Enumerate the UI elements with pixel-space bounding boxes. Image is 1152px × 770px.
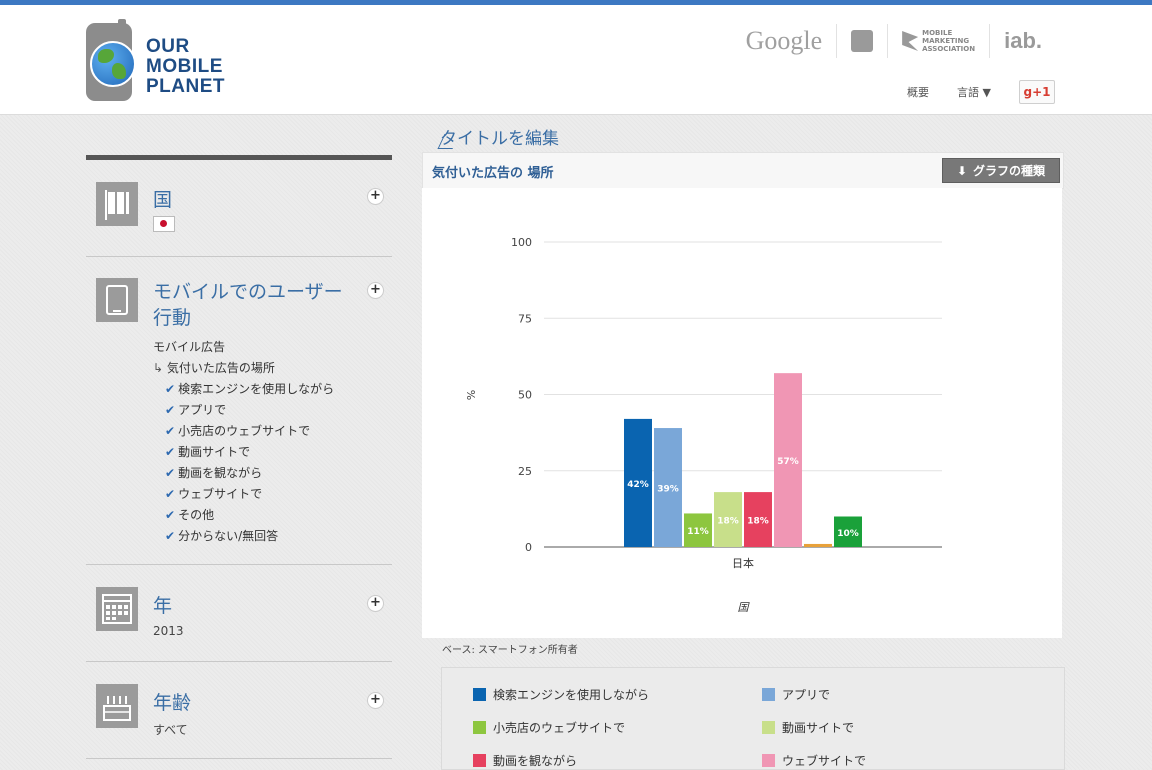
bar-chart: 0 25 50 75 100% 42% 39% 11% 18% 18% 57% 10% 日本国	[464, 236, 942, 614]
ipsos-logo	[836, 24, 887, 58]
checkmark-icon: ✔	[165, 487, 176, 501]
filter-behavior-title: モバイルでのユーザー 行動	[153, 281, 343, 329]
tree-option[interactable]: ✔ 小売店のウェブサイトで	[153, 421, 334, 442]
legend-item[interactable]: 検索エンジンを使用しながら	[473, 686, 649, 703]
filter-age-value[interactable]: すべて	[153, 721, 188, 738]
add-year-button[interactable]: +	[367, 595, 384, 612]
tree-option[interactable]: ✔ 分からない/無回答	[153, 526, 334, 547]
filter-age-title: 年齢	[153, 692, 192, 714]
bar-data-label: 18%	[717, 517, 739, 527]
checkmark-icon: ✔	[165, 382, 176, 396]
filter-country-title: 国	[153, 189, 173, 211]
y-tick-label: 75	[518, 312, 532, 325]
bar-data-label: 42%	[627, 480, 649, 490]
header-nav: 概要 言語 ▼ g+1	[879, 80, 1055, 104]
filter-year: 年 2013 +	[86, 565, 392, 662]
add-country-button[interactable]: +	[367, 188, 384, 205]
legend-swatch	[473, 721, 486, 734]
y-tick-label: 0	[525, 541, 532, 554]
legend-swatch	[762, 721, 775, 734]
x-axis-label: 国	[738, 601, 751, 614]
filter-age: 年齢 すべて +	[86, 662, 392, 759]
legend-item[interactable]: 動画を観ながら	[473, 752, 577, 769]
tree-subcategory[interactable]: ↳ 気付いた広告の場所	[153, 358, 334, 379]
tree-option[interactable]: ✔ 動画を観ながら	[153, 463, 334, 484]
legend-item[interactable]: 動画サイトで	[762, 719, 854, 736]
nav-overview-link[interactable]: 概要	[907, 84, 929, 100]
legend-label: 動画を観ながら	[493, 754, 578, 768]
bar-data-label: 57%	[777, 457, 799, 467]
tree-option[interactable]: ✔ 検索エンジンを使用しながら	[153, 379, 334, 400]
tree-option[interactable]: ✔ 動画サイトで	[153, 442, 334, 463]
bar-data-label: 10%	[837, 529, 859, 539]
y-tick-label: 100	[511, 236, 532, 249]
behavior-tree: モバイル広告 ↳ 気付いた広告の場所 ✔ 検索エンジンを使用しながら ✔ アプリで …	[153, 337, 334, 547]
tree-option[interactable]: ✔ その他	[153, 505, 334, 526]
gplus-button[interactable]: g+1	[1019, 80, 1055, 104]
bar	[804, 543, 832, 547]
legend-label: アプリで	[782, 688, 831, 702]
legend-label: 小売店のウェブサイトで	[493, 721, 626, 735]
checkmark-icon: ✔	[165, 445, 176, 459]
checkmark-icon: ✔	[165, 466, 176, 480]
legend-swatch	[473, 754, 486, 767]
checkmark-icon: ✔	[165, 529, 176, 543]
japan-flag-icon[interactable]	[153, 216, 175, 232]
legend-swatch	[762, 688, 775, 701]
filter-year-title: 年	[153, 595, 173, 617]
legend-swatch	[473, 688, 486, 701]
chart-title[interactable]: 気付いた広告の 場所	[432, 162, 554, 181]
legend-label: 動画サイトで	[782, 721, 855, 735]
calendar-icon	[96, 587, 138, 631]
tree-option[interactable]: ✔ ウェブサイトで	[153, 484, 334, 505]
add-age-button[interactable]: +	[367, 692, 384, 709]
site-logo[interactable]: OUR MOBILE PLANET	[86, 19, 246, 107]
flag-icon	[96, 182, 138, 226]
globe-icon	[90, 41, 136, 87]
legend-item[interactable]: ウェブサイトで	[762, 752, 866, 769]
y-tick-label: 50	[518, 389, 532, 402]
y-axis-label: %	[464, 390, 477, 400]
bar-data-label: 18%	[747, 517, 769, 527]
legend-swatch	[762, 754, 775, 767]
tablet-icon	[96, 278, 138, 322]
chart-panel: 0 25 50 75 100% 42% 39% 11% 18% 18% 57% 10% 日本国 ベース:…	[422, 188, 1062, 656]
base-note: ベース: スマートフォン所有者	[442, 645, 578, 656]
filter-year-value[interactable]: 2013	[153, 624, 184, 638]
legend-item[interactable]: 小売店のウェブサイトで	[473, 719, 625, 736]
download-icon: ⬇	[956, 163, 968, 178]
x-tick-label: 日本	[732, 556, 754, 570]
iab-logo: iab.	[989, 24, 1056, 58]
mma-logo: MOBILE MARKETING ASSOCIATION	[887, 24, 989, 58]
checkmark-icon: ✔	[165, 403, 176, 417]
checkmark-icon: ✔	[165, 424, 176, 438]
chart-type-button[interactable]: ⬇ グラフの種類	[942, 158, 1060, 183]
chevron-down-icon: ▼	[982, 86, 991, 99]
bar-data-label: 39%	[657, 485, 679, 495]
y-tick-label: 25	[518, 465, 532, 478]
filter-country: 国 +	[86, 160, 392, 257]
ipsos-icon	[851, 30, 874, 52]
legend-item[interactable]: アプリで	[762, 686, 830, 703]
birthday-cake-icon	[96, 684, 138, 728]
tree-category[interactable]: モバイル広告	[153, 337, 334, 358]
site-header: OUR MOBILE PLANET Google MOBILE MARKETIN…	[0, 5, 1152, 115]
legend-label: 検索エンジンを使用しながら	[493, 688, 650, 702]
filter-behavior: モバイルでのユーザー 行動 + モバイル広告 ↳ 気付いた広告の場所 ✔ 検索エン…	[86, 257, 392, 565]
logo-text: OUR MOBILE PLANET	[146, 36, 225, 97]
add-behavior-button[interactable]: +	[367, 282, 384, 299]
filter-sidebar: 国 + モバイルでのユーザー 行動 + モバイル広告 ↳ 気付いた広告の場所 ✔…	[86, 155, 392, 759]
chart-header: 気付いた広告の 場所 ⬇ グラフの種類	[422, 152, 1064, 189]
bar-data-label: 11%	[687, 527, 709, 537]
edit-title-link[interactable]: タイトルを編集	[440, 124, 559, 149]
checkmark-icon: ✔	[165, 508, 176, 522]
mma-icon	[902, 31, 919, 51]
partner-logos: Google MOBILE MARKETING ASSOCIATION iab.	[732, 23, 1056, 59]
tree-option[interactable]: ✔ アプリで	[153, 400, 334, 421]
chart-legend: 検索エンジンを使用しながら アプリで小売店のウェブサイトで 動画サイトで動画を観なが…	[441, 667, 1065, 770]
google-logo: Google	[745, 26, 823, 55]
language-dropdown[interactable]: 言語 ▼	[957, 84, 991, 100]
legend-label: ウェブサイトで	[782, 754, 867, 768]
